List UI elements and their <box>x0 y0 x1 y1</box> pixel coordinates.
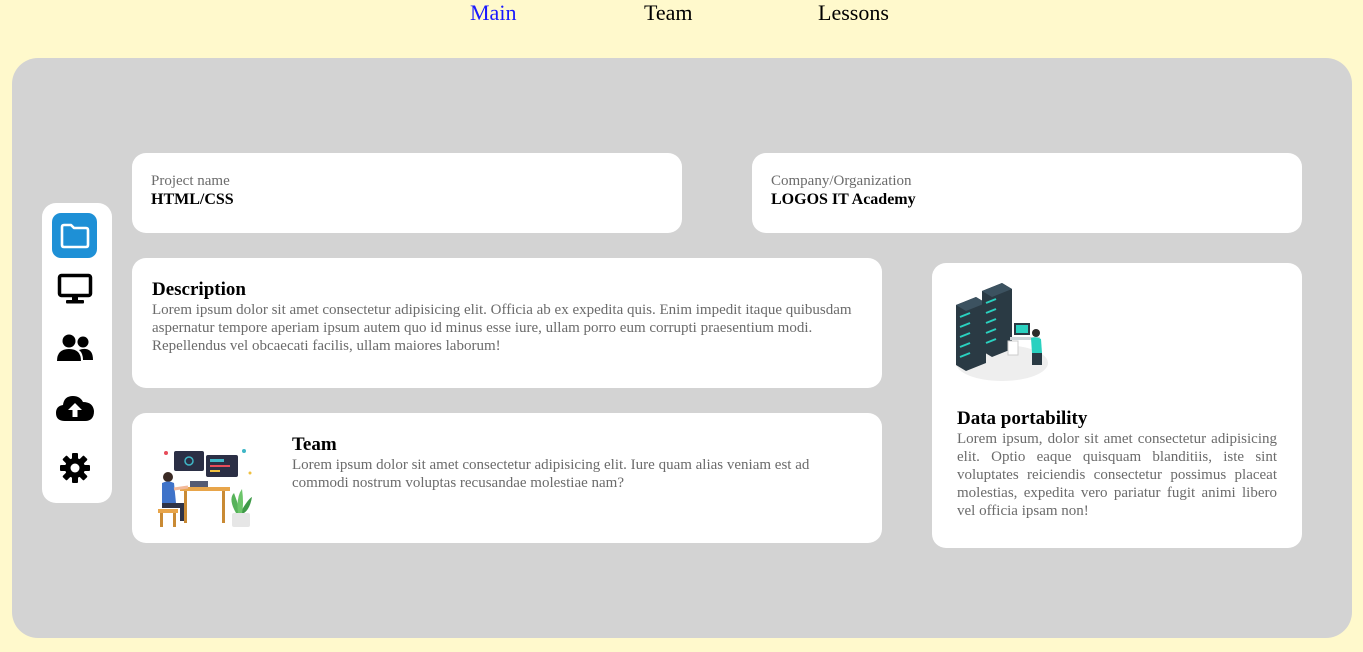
developer-illustration <box>158 449 252 527</box>
gear-icon <box>59 452 90 483</box>
sidebar-item-monitor[interactable] <box>52 266 97 311</box>
description-text: Lorem ipsum dolor sit amet consectetur a… <box>152 302 852 354</box>
sidebar-item-folder[interactable] <box>52 213 97 258</box>
cloud-upload-icon <box>55 395 94 421</box>
sidebar <box>42 203 112 503</box>
description-card: Description Lorem ipsum dolor sit amet c… <box>132 258 882 388</box>
project-name-card: Project name HTML/CSS <box>132 153 682 233</box>
data-portability-title: Data portability <box>957 408 1088 429</box>
monitor-icon <box>57 273 92 303</box>
folder-icon <box>60 223 89 248</box>
data-portability-card: Data portability Lorem ipsum, dolor sit … <box>932 263 1302 548</box>
nav-link-lessons[interactable]: Lessons <box>818 1 889 25</box>
team-card: Team Lorem ipsum dolor sit amet consecte… <box>132 413 882 543</box>
company-label: Company/Organization <box>771 173 912 189</box>
nav-link-team[interactable]: Team <box>644 1 693 25</box>
main-panel: Project name HTML/CSS Company/Organizati… <box>12 58 1352 638</box>
project-name-label: Project name <box>151 173 230 189</box>
top-navigation: Main Team Lessons <box>0 0 1363 30</box>
description-title: Description <box>152 279 246 300</box>
team-text: Lorem ipsum dolor sit amet consectetur a… <box>292 457 810 491</box>
company-value: LOGOS IT Academy <box>771 191 916 208</box>
project-name-value: HTML/CSS <box>151 191 234 208</box>
users-icon <box>56 334 93 361</box>
server-illustration <box>956 283 1048 381</box>
nav-link-main[interactable]: Main <box>470 1 516 25</box>
sidebar-item-settings[interactable] <box>52 445 97 490</box>
sidebar-item-users[interactable] <box>52 325 97 370</box>
sidebar-item-upload[interactable] <box>52 385 97 430</box>
company-card: Company/Organization LOGOS IT Academy <box>752 153 1302 233</box>
team-title: Team <box>292 434 337 455</box>
data-portability-text: Lorem ipsum, dolor sit amet consectetur … <box>957 431 1277 519</box>
